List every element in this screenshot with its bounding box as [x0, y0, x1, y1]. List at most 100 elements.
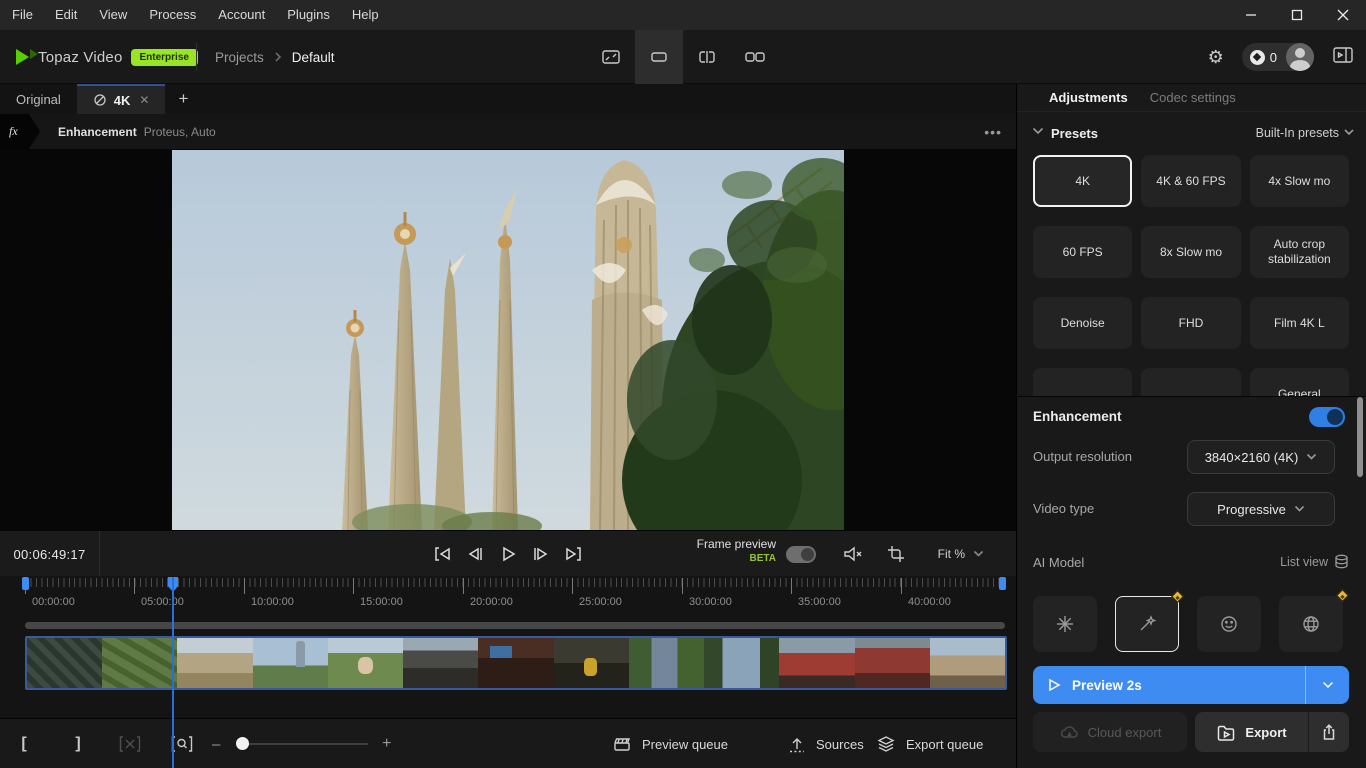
preset-8x-slow-mo[interactable]: 8x Slow mo [1141, 226, 1240, 278]
playhead-line[interactable] [172, 577, 174, 768]
close-button[interactable] [1320, 0, 1366, 30]
timeline-thumbnail[interactable] [704, 638, 779, 688]
model-grain-button[interactable] [1279, 596, 1343, 652]
timeline-thumbnail[interactable] [554, 638, 629, 688]
panel-scrollbar[interactable] [1357, 397, 1363, 477]
presets-title: Presets [1051, 126, 1098, 141]
credits-pill[interactable]: 0 [1242, 43, 1314, 71]
ruler-label: 00:00:00 [32, 596, 75, 608]
preview-duration-dropdown[interactable] [1305, 666, 1349, 704]
maximize-button[interactable] [1274, 0, 1320, 30]
view-fullscreen-button[interactable] [587, 30, 635, 84]
view-single-button[interactable] [635, 30, 683, 84]
menu-view[interactable]: View [88, 0, 138, 30]
preset-partial-1[interactable] [1033, 368, 1132, 396]
crop-icon [886, 544, 906, 564]
tab-close-icon[interactable]: ✕ [139, 93, 149, 107]
view-split-button[interactable] [683, 30, 731, 84]
timeline-thumbnail[interactable] [102, 638, 177, 688]
zoom-out-control[interactable]: – [212, 719, 220, 768]
enhancement-toggle[interactable] [1309, 407, 1345, 427]
timeline-thumbnail[interactable] [328, 638, 403, 688]
menu-account[interactable]: Account [207, 0, 276, 30]
menu-edit[interactable]: Edit [44, 0, 88, 30]
tab-4k[interactable]: 4K ✕ [77, 84, 166, 114]
timeline[interactable]: 00:00:00 05:00:00 10:00:00 15:00:00 20:0… [0, 576, 1016, 718]
collapse-chevron-icon[interactable] [1032, 127, 1044, 135]
cloud-export-button[interactable]: Cloud export [1033, 712, 1187, 752]
preview-queue-button[interactable]: Preview queue [612, 719, 728, 768]
zoom-in-control[interactable]: + [382, 719, 391, 768]
timeline-thumbnail[interactable] [403, 638, 478, 688]
model-starlight-button[interactable] [1033, 596, 1097, 652]
next-frame-icon [531, 544, 551, 564]
avatar[interactable] [1286, 43, 1314, 71]
trim-in-handle[interactable] [22, 577, 29, 590]
menu-plugins[interactable]: Plugins [276, 0, 341, 30]
timeline-thumbnail[interactable] [253, 638, 328, 688]
export-queue-button[interactable]: Export queue [876, 719, 983, 768]
preset-general[interactable]: General [1250, 368, 1349, 396]
tab-codec-settings[interactable]: Codec settings [1150, 90, 1236, 105]
timeline-thumbnail[interactable] [27, 638, 102, 688]
preset-source-select[interactable]: Built-In presets [1256, 126, 1339, 140]
export-actions: Cloud export Export [1033, 712, 1349, 752]
preview-button[interactable]: Preview 2s [1033, 666, 1349, 704]
minimize-button[interactable] [1228, 0, 1274, 30]
output-resolution-select[interactable]: 3840×2160 (4K) [1187, 440, 1335, 474]
share-button[interactable] [1309, 712, 1349, 752]
preset-film-4k-l[interactable]: Film 4K L [1250, 297, 1349, 349]
filter-menu-icon[interactable]: ••• [984, 124, 1002, 140]
skip-to-start-button[interactable] [432, 544, 452, 564]
preset-4k-60fps[interactable]: 4K & 60 FPS [1141, 155, 1240, 207]
add-tab-button[interactable]: + [165, 84, 201, 114]
clear-trim-button[interactable] [116, 719, 144, 768]
preset-60fps[interactable]: 60 FPS [1033, 226, 1132, 278]
tab-original[interactable]: Original [0, 84, 77, 114]
next-frame-button[interactable] [531, 544, 551, 564]
previous-frame-button[interactable] [465, 544, 485, 564]
zoom-fit-select[interactable]: Fit % [938, 531, 984, 577]
video-type-value: Progressive [1217, 502, 1286, 517]
timeline-thumbnail[interactable] [779, 638, 854, 688]
timeline-thumbnail[interactable] [930, 638, 1005, 688]
sources-button[interactable]: Sources [788, 719, 864, 768]
play-button[interactable] [498, 544, 518, 564]
video-frame[interactable] [172, 150, 844, 530]
breadcrumb-projects[interactable]: Projects [215, 50, 264, 65]
frame-preview-toggle[interactable] [786, 546, 816, 563]
crop-button[interactable] [886, 544, 906, 569]
timeline-thumbnail[interactable] [629, 638, 704, 688]
timeline-thumbnail[interactable] [478, 638, 553, 688]
close-icon [1337, 9, 1349, 21]
preset-fhd[interactable]: FHD [1141, 297, 1240, 349]
preset-partial-2[interactable] [1141, 368, 1240, 396]
trim-in-button[interactable]: [ [12, 719, 36, 768]
export-button[interactable]: Export [1195, 712, 1309, 752]
panel-toggle-button[interactable] [1332, 45, 1354, 70]
menu-help[interactable]: Help [341, 0, 390, 30]
brand: Topaz Video Enterprise [16, 30, 198, 84]
timeline-zoom-slider[interactable] [236, 743, 368, 745]
zoom-slider-knob[interactable] [236, 737, 249, 750]
menu-process[interactable]: Process [138, 0, 207, 30]
video-type-select[interactable]: Progressive [1187, 492, 1335, 526]
preset-4k[interactable]: 4K [1033, 155, 1132, 207]
view-side-by-side-button[interactable] [731, 30, 779, 84]
preset-4x-slow-mo[interactable]: 4x Slow mo [1250, 155, 1349, 207]
model-face-recovery-button[interactable] [1197, 596, 1261, 652]
menu-file[interactable]: File [0, 0, 44, 30]
preset-grid: 4K 4K & 60 FPS 4x Slow mo 60 FPS 8x Slow… [1033, 155, 1349, 396]
model-enhancement-button[interactable] [1115, 596, 1179, 652]
trim-out-button[interactable]: ] [66, 719, 90, 768]
list-view-button[interactable]: List view [1280, 554, 1349, 569]
settings-gear-icon[interactable]: ⚙ [1208, 48, 1224, 66]
mute-button[interactable] [842, 544, 864, 569]
preset-denoise[interactable]: Denoise [1033, 297, 1132, 349]
trim-out-handle[interactable] [999, 577, 1006, 590]
preset-auto-crop-stabilization[interactable]: Auto crop stabilization [1250, 226, 1349, 278]
timeline-thumbnail[interactable] [177, 638, 252, 688]
tab-adjustments[interactable]: Adjustments [1049, 90, 1128, 105]
skip-to-end-button[interactable] [564, 544, 584, 564]
timeline-thumbnail[interactable] [855, 638, 930, 688]
